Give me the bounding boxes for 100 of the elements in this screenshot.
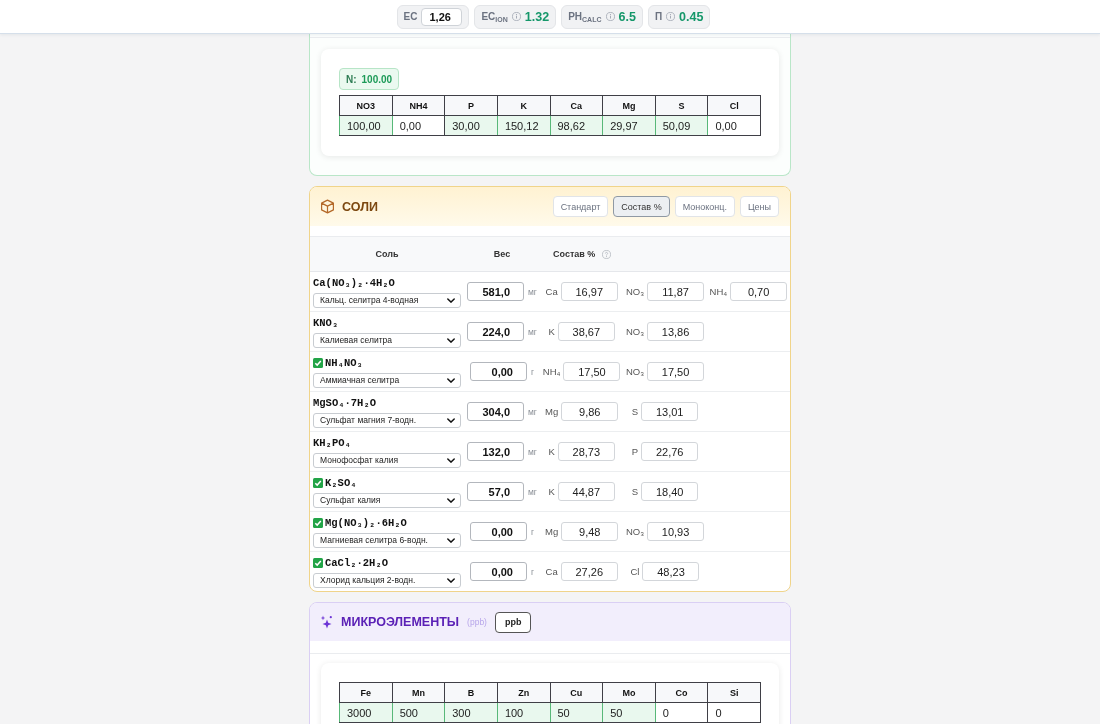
percent-input[interactable]: 38,67 — [557, 322, 615, 341]
sparkle-icon — [320, 615, 333, 629]
column-header: NH4 — [392, 95, 445, 116]
chevron-down-icon — [447, 497, 455, 503]
salt-select[interactable]: Магниевая селитра 6-водн. — [313, 532, 461, 548]
salt-select[interactable]: Кальц. селитра 4-водная — [313, 292, 461, 308]
element-label: K — [548, 446, 555, 457]
view-tab[interactable]: Моноконц. — [674, 196, 735, 217]
unit-label: г — [530, 526, 535, 537]
unit-label: мг — [528, 446, 537, 457]
value-input[interactable]: 1,26 — [421, 7, 463, 26]
checkbox[interactable] — [313, 357, 323, 368]
element-label: Mg — [545, 526, 559, 537]
weight-input[interactable]: 0,00 — [469, 522, 527, 541]
column-header: Вес — [493, 249, 511, 259]
percent-input[interactable]: 13,01 — [641, 402, 699, 421]
section-title: МИКРОЭЛЕМЕНТЫ — [341, 615, 460, 629]
checkbox[interactable] — [313, 557, 323, 568]
percent-input[interactable]: 10,93 — [647, 522, 705, 541]
chevron-down-icon — [447, 537, 455, 543]
percent-input[interactable]: 18,40 — [641, 482, 699, 501]
checkbox[interactable] — [313, 517, 323, 528]
badge-value: 100.00 — [361, 73, 393, 85]
element-label: P — [631, 446, 639, 457]
metric-value: 1.32 — [524, 9, 550, 24]
element-label: NO₃ — [625, 526, 645, 537]
checkbox[interactable] — [313, 477, 323, 488]
element-label: Mg — [545, 406, 559, 417]
info-icon — [511, 12, 521, 21]
percent-input[interactable]: 16,97 — [560, 282, 618, 301]
percent-input[interactable]: 0,70 — [730, 282, 788, 301]
unit-note: (ppb) — [467, 617, 487, 627]
percent-input[interactable]: 22,76 — [641, 442, 699, 461]
chevron-down-icon — [447, 417, 455, 423]
element-label: Cl — [630, 566, 640, 577]
percent-input[interactable]: 9,86 — [561, 402, 619, 421]
element-label: Ca — [545, 566, 558, 577]
view-tab[interactable]: Стандарт — [552, 196, 609, 217]
percent-input[interactable]: 27,26 — [560, 562, 618, 581]
salt-formula: KNO₃ — [313, 316, 339, 329]
weight-input[interactable]: 57,0 — [467, 482, 524, 501]
percent-input[interactable]: 28,73 — [557, 442, 615, 461]
unit-label: г — [530, 566, 535, 577]
column-header: NO3 — [339, 95, 393, 116]
help-icon — [602, 249, 612, 259]
percent-input[interactable]: 48,23 — [642, 562, 700, 581]
weight-input[interactable]: 581,0 — [467, 282, 524, 301]
salt-formula: KH₂PO₄ — [313, 436, 351, 449]
percent-input[interactable]: 11,87 — [647, 282, 705, 301]
element-label: NO₃ — [625, 326, 645, 337]
salt-select[interactable]: Хлорид кальция 2-водн. — [313, 572, 461, 588]
percent-input[interactable]: 17,50 — [647, 362, 705, 381]
salt-formula: MgSO₄·7H₂O — [313, 396, 376, 409]
metric-value: 6.5 — [618, 9, 636, 24]
salt-select[interactable]: Сульфат калия — [313, 492, 461, 508]
element-label: NH₄ — [542, 366, 561, 377]
salt-formula: CaCl₂·2H₂O — [325, 556, 388, 569]
element-label: NH₄ — [709, 286, 728, 297]
metric-label: П — [654, 11, 663, 22]
element-label: S — [631, 406, 639, 417]
column-header: Fe — [339, 682, 393, 703]
chevron-down-icon — [447, 337, 455, 343]
salt-select[interactable]: Аммиачная селитра — [313, 372, 461, 388]
column-header: Mo — [602, 682, 656, 703]
section-title: СОЛИ — [342, 199, 378, 214]
column-header: Соль — [375, 249, 399, 259]
weight-input[interactable]: 132,0 — [467, 442, 524, 461]
metric-label: EC$_{ION}$ — [481, 11, 508, 22]
chevron-down-icon — [447, 377, 455, 383]
salt-formula: NH₄NO₃ — [325, 356, 363, 369]
percent-input[interactable]: 44,87 — [557, 482, 615, 501]
unit-label: г — [530, 366, 535, 377]
column-header: Co — [655, 682, 708, 703]
weight-input[interactable]: 0,00 — [469, 362, 527, 381]
unit-button[interactable]: ppb — [494, 611, 532, 633]
salt-select[interactable]: Калиевая селитра — [313, 332, 461, 348]
column-header: Zn — [497, 682, 550, 703]
column-header: Cu — [550, 682, 603, 703]
column-header: Ca — [550, 95, 603, 116]
column-header: Состав % — [553, 249, 596, 259]
info-icon — [666, 12, 676, 21]
view-tab[interactable]: Состав % — [613, 196, 670, 217]
table-cell: 3000 — [339, 702, 393, 723]
element-label: Ca — [545, 286, 558, 297]
unit-label: мг — [528, 286, 537, 297]
metric-value: 0.45 — [679, 9, 704, 24]
percent-input[interactable]: 9,48 — [561, 522, 619, 541]
weight-input[interactable]: 0,00 — [469, 562, 527, 581]
salt-select[interactable]: Сульфат магния 7-водн. — [313, 412, 461, 428]
salt-formula: K₂SO₄ — [325, 476, 357, 489]
view-tab[interactable]: Цены — [739, 196, 779, 217]
salt-select[interactable]: Монофосфат калия — [313, 452, 461, 468]
percent-input[interactable]: 17,50 — [563, 362, 621, 381]
info-icon — [605, 12, 615, 21]
percent-input[interactable]: 13,86 — [647, 322, 705, 341]
unit-label: мг — [528, 486, 537, 497]
weight-input[interactable]: 304,0 — [467, 402, 524, 421]
weight-input[interactable]: 224,0 — [467, 322, 524, 341]
metric-label: EC — [403, 11, 418, 22]
column-header: B — [444, 682, 498, 703]
